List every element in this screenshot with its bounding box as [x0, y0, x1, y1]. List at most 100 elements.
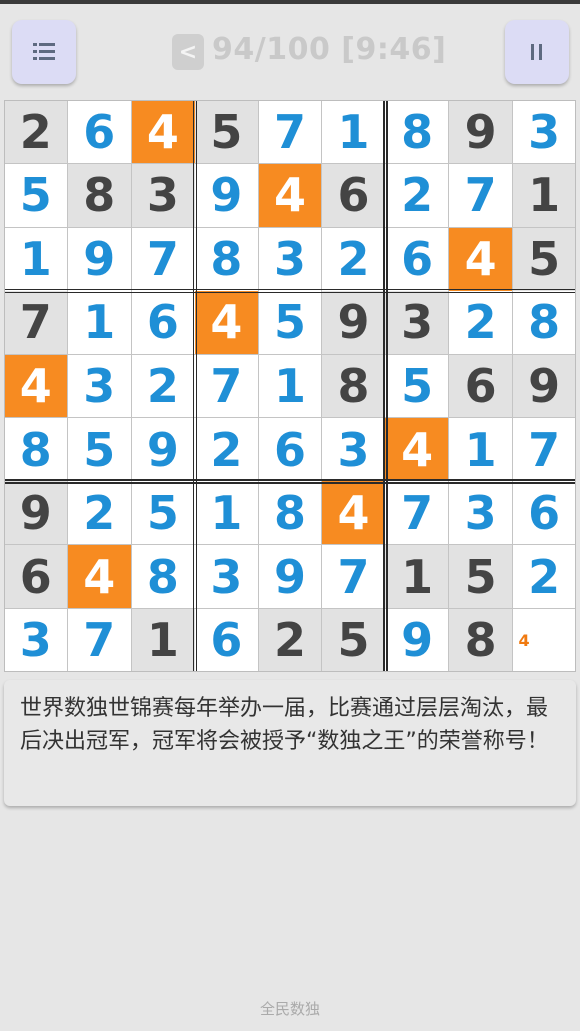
- cell-r2c8[interactable]: 7: [448, 163, 513, 228]
- cell-r3c4[interactable]: 8: [194, 227, 259, 291]
- cell-r7c7[interactable]: 7: [385, 481, 449, 545]
- cell-r6c5[interactable]: 6: [258, 417, 322, 482]
- cell-r5c2[interactable]: 3: [67, 354, 132, 418]
- cell-r5c3[interactable]: 2: [131, 354, 195, 418]
- cell-r9c1[interactable]: 3: [4, 608, 68, 672]
- cell-r8c4[interactable]: 3: [194, 544, 259, 609]
- cell-r7c3[interactable]: 5: [131, 481, 195, 545]
- cell-r2c4[interactable]: 9: [194, 163, 259, 228]
- cell-r3c9[interactable]: 5: [512, 227, 576, 291]
- cell-r7c5[interactable]: 8: [258, 481, 322, 545]
- cell-r5c8[interactable]: 6: [448, 354, 513, 418]
- cell-r4c1[interactable]: 7: [4, 290, 68, 355]
- cell-r5c7[interactable]: 5: [385, 354, 449, 418]
- cell-r4c4[interactable]: 4: [194, 290, 259, 355]
- cell-r9c6[interactable]: 5: [321, 608, 386, 672]
- cell-r1c3[interactable]: 4: [131, 100, 195, 164]
- cell-r7c9[interactable]: 6: [512, 481, 576, 545]
- grid-line: [4, 226, 576, 228]
- pause-icon: [531, 44, 543, 60]
- menu-button[interactable]: [12, 20, 76, 84]
- cell-r3c1[interactable]: 1: [4, 227, 68, 291]
- cell-r8c8[interactable]: 5: [448, 544, 513, 609]
- cell-r3c2[interactable]: 9: [67, 227, 132, 291]
- cell-r8c7[interactable]: 1: [385, 544, 449, 609]
- cell-r1c4[interactable]: 5: [194, 100, 259, 164]
- box-divider: [4, 479, 576, 481]
- cell-r7c4[interactable]: 1: [194, 481, 259, 545]
- cell-r9c2[interactable]: 7: [67, 608, 132, 672]
- grid-line: [4, 163, 576, 165]
- cell-r2c2[interactable]: 8: [67, 163, 132, 228]
- cell-r1c7[interactable]: 8: [385, 100, 449, 164]
- cell-r6c6[interactable]: 3: [321, 417, 386, 482]
- cell-r5c9[interactable]: 9: [512, 354, 576, 418]
- cell-r9c4[interactable]: 6: [194, 608, 259, 672]
- cell-r3c6[interactable]: 2: [321, 227, 386, 291]
- cell-r8c3[interactable]: 8: [131, 544, 195, 609]
- cell-r4c5[interactable]: 5: [258, 290, 322, 355]
- cell-r6c1[interactable]: 8: [4, 417, 68, 482]
- cell-r4c8[interactable]: 2: [448, 290, 513, 355]
- tip-text: 世界数独世锦赛每年举办一届，比赛通过层层淘汰，最后决出冠军，冠军将会被授予“数独…: [20, 696, 549, 754]
- cell-r1c6[interactable]: 1: [321, 100, 386, 164]
- cell-r4c3[interactable]: 6: [131, 290, 195, 355]
- cell-r1c1[interactable]: 2: [4, 100, 68, 164]
- cell-r6c4[interactable]: 2: [194, 417, 259, 482]
- tip-panel: 世界数独世锦赛每年举办一届，比赛通过层层淘汰，最后决出冠军，冠军将会被授予“数独…: [4, 680, 576, 806]
- cell-r3c7[interactable]: 6: [385, 227, 449, 291]
- sudoku-board: 2645718935839462711978326457164593284327…: [4, 100, 576, 672]
- cell-r3c8[interactable]: 4: [448, 227, 513, 291]
- cell-r4c2[interactable]: 1: [67, 290, 132, 355]
- cell-r6c3[interactable]: 9: [131, 417, 195, 482]
- cell-r4c7[interactable]: 3: [385, 290, 449, 355]
- cell-r3c3[interactable]: 7: [131, 227, 195, 291]
- cell-r1c2[interactable]: 6: [67, 100, 132, 164]
- cell-r7c6[interactable]: 4: [321, 481, 386, 545]
- pause-button[interactable]: [505, 20, 569, 84]
- box-divider: [383, 100, 385, 672]
- cell-r9c5[interactable]: 2: [258, 608, 322, 672]
- cell-r8c9[interactable]: 2: [512, 544, 576, 609]
- box-divider: [4, 288, 576, 291]
- grid-line: [130, 100, 132, 672]
- cell-r7c8[interactable]: 3: [448, 481, 513, 545]
- cell-r2c7[interactable]: 2: [385, 163, 449, 228]
- cell-r7c1[interactable]: 9: [4, 481, 68, 545]
- cell-r6c7[interactable]: 4: [385, 417, 449, 482]
- cell-r5c4[interactable]: 7: [194, 354, 259, 418]
- grid-line: [4, 353, 576, 355]
- cell-r3c5[interactable]: 3: [258, 227, 322, 291]
- cell-r7c2[interactable]: 2: [67, 481, 132, 545]
- back-button[interactable]: <: [172, 34, 204, 70]
- cell-r5c6[interactable]: 8: [321, 354, 386, 418]
- cell-r4c6[interactable]: 9: [321, 290, 386, 355]
- cell-r2c9[interactable]: 1: [512, 163, 576, 228]
- cell-r1c9[interactable]: 3: [512, 100, 576, 164]
- cell-r9c8[interactable]: 8: [448, 608, 513, 672]
- box-divider: [192, 100, 195, 672]
- cell-r1c5[interactable]: 7: [258, 100, 322, 164]
- cell-r1c8[interactable]: 9: [448, 100, 513, 164]
- cell-r9c9[interactable]: 4: [512, 608, 576, 672]
- cell-r8c5[interactable]: 9: [258, 544, 322, 609]
- cell-r6c9[interactable]: 7: [512, 417, 576, 482]
- cell-r8c1[interactable]: 6: [4, 544, 68, 609]
- grid-line: [257, 100, 259, 672]
- cell-r9c7[interactable]: 9: [385, 608, 449, 672]
- cell-r8c2[interactable]: 4: [67, 544, 132, 609]
- cell-r6c2[interactable]: 5: [67, 417, 132, 482]
- cell-r4c9[interactable]: 8: [512, 290, 576, 355]
- cell-r2c1[interactable]: 5: [4, 163, 68, 228]
- cell-r2c6[interactable]: 6: [321, 163, 386, 228]
- top-edge: [0, 0, 580, 4]
- cell-r6c8[interactable]: 1: [448, 417, 513, 482]
- box-divider: [386, 100, 388, 672]
- cell-r2c5[interactable]: 4: [258, 163, 322, 228]
- box-divider: [4, 482, 576, 484]
- cell-r5c5[interactable]: 1: [258, 354, 322, 418]
- cell-r9c3[interactable]: 1: [131, 608, 195, 672]
- cell-r8c6[interactable]: 7: [321, 544, 386, 609]
- cell-r2c3[interactable]: 3: [131, 163, 195, 228]
- cell-r5c1[interactable]: 4: [4, 354, 68, 418]
